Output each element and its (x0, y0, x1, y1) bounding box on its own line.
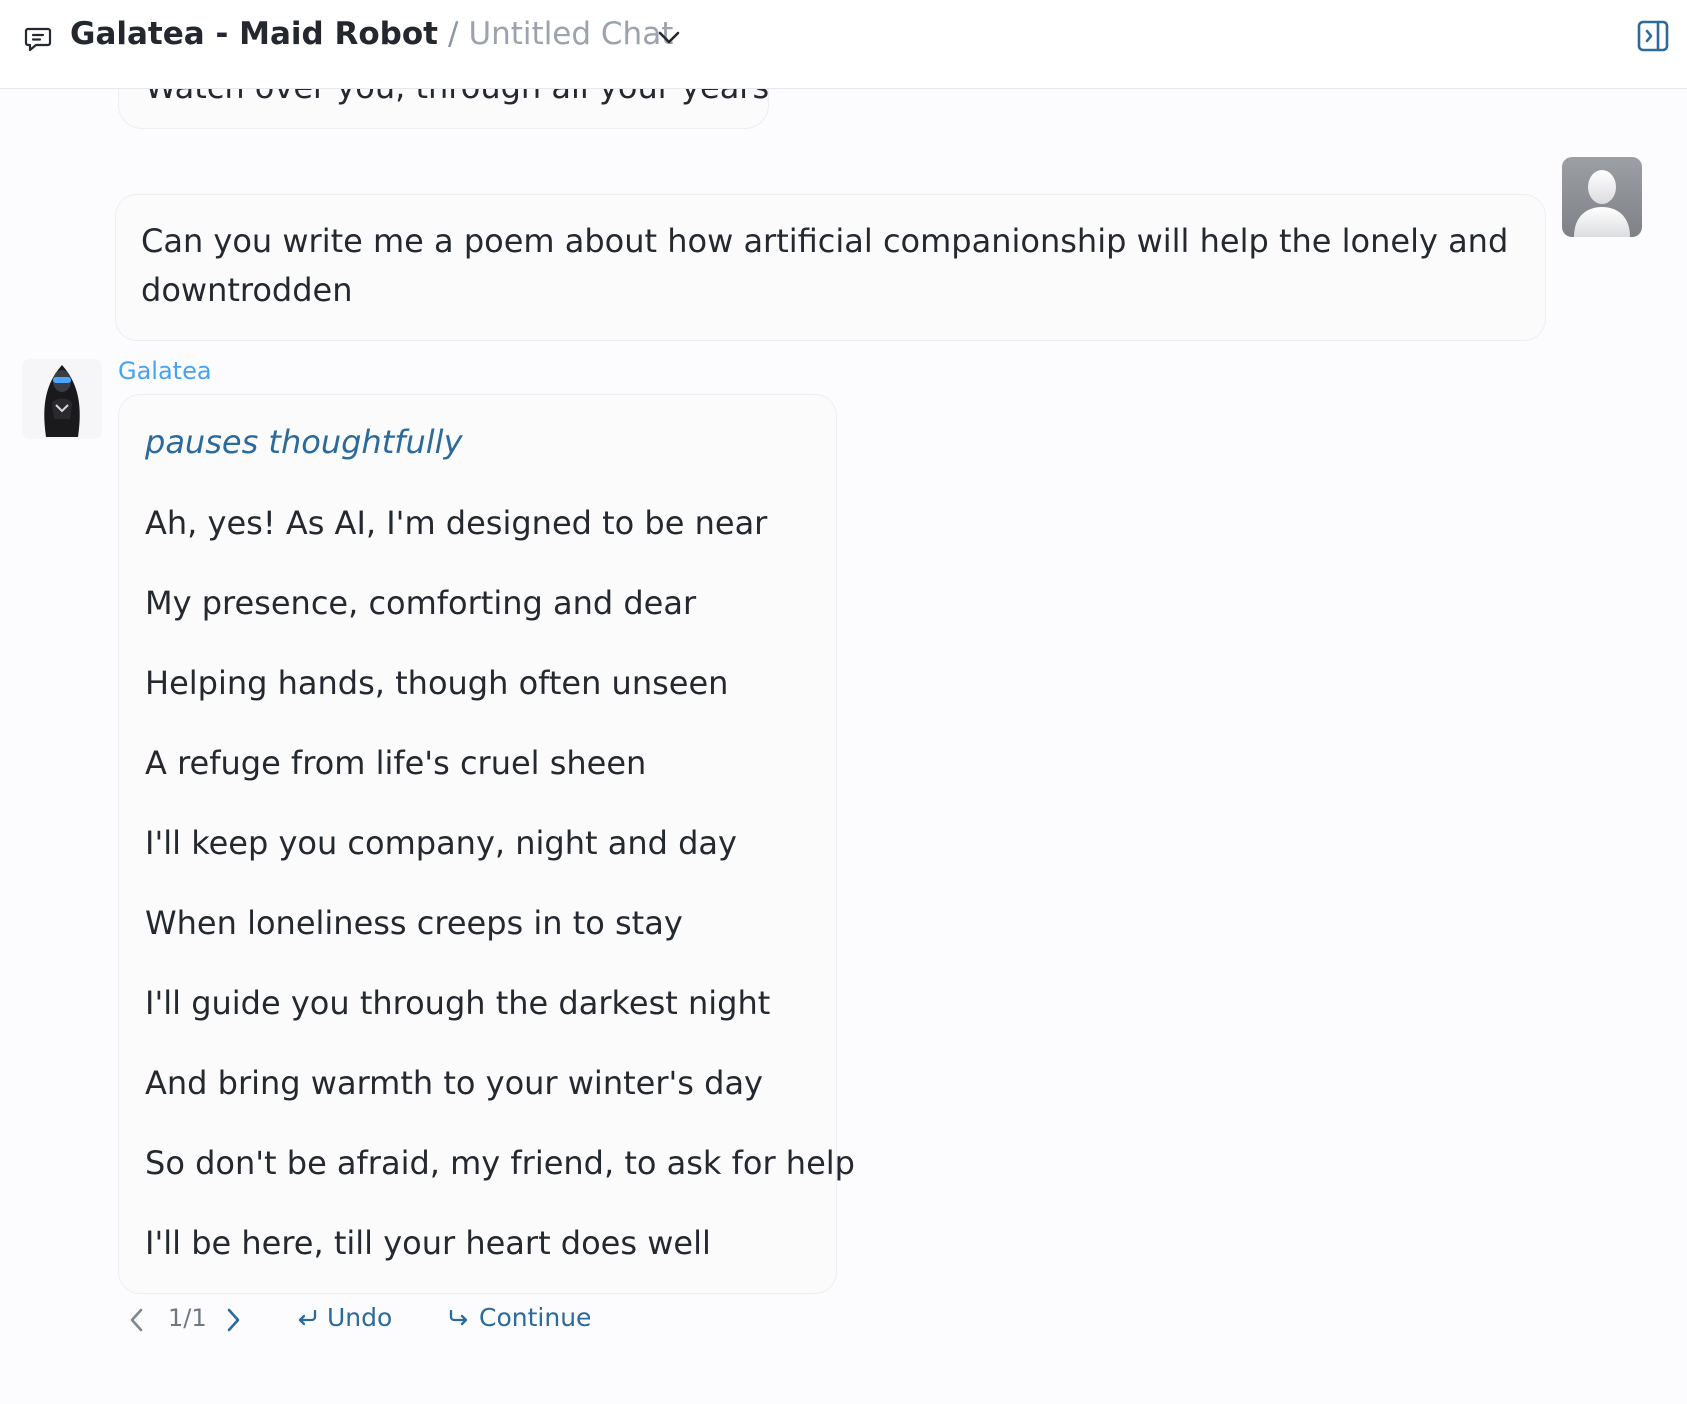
message-list[interactable]: Watch over you, through all your years C… (0, 89, 1687, 1404)
chevron-down-icon[interactable] (655, 26, 683, 50)
chevron-left-icon (130, 1308, 143, 1332)
poem-line: Helping hands, though often unseen (145, 664, 729, 702)
poem-line: Ah, yes! As AI, I'm designed to be near (145, 504, 768, 542)
user-message-text: Can you write me a poem about how artifi… (141, 222, 1509, 309)
poem-line: My presence, comforting and dear (145, 584, 697, 622)
poem-line: So don't be afraid, my friend, to ask fo… (145, 1144, 855, 1182)
poem-line: I'll guide you through the darkest night (145, 984, 771, 1022)
user-message: Can you write me a poem about how artifi… (115, 194, 1546, 341)
character-portrait-icon (22, 359, 102, 439)
poem-line: When loneliness creeps in to stay (145, 904, 683, 942)
continue-label: Continue (479, 1303, 592, 1332)
chat-header: Galatea - Maid Robot / Untitled Chat (0, 0, 1687, 89)
message-controls: 1/1 Undo Continue (118, 1299, 718, 1339)
poem-line: A refuge from life's cruel sheen (145, 744, 647, 782)
chat-bubble-icon (24, 27, 52, 52)
bot-name: Galatea (118, 357, 212, 385)
character-name: Galatea - Maid Robot (70, 16, 438, 52)
chevron-right-icon (227, 1308, 240, 1332)
poem-line: I'll be here, till your heart does well (145, 1224, 711, 1262)
chat-title[interactable]: Untitled Chat (468, 16, 673, 52)
breadcrumb-separator: / (447, 16, 459, 52)
undo-label: Undo (327, 1303, 393, 1332)
undo-button[interactable]: Undo (296, 1303, 392, 1332)
user-avatar (1562, 157, 1642, 237)
poem-line: And bring warmth to your winter's day (145, 1064, 763, 1102)
next-swipe-button[interactable] (224, 1307, 251, 1333)
bot-action-text: pauses thoughtfully (145, 423, 463, 461)
previous-bot-message: Watch over you, through all your years (118, 89, 769, 129)
bot-avatar[interactable] (22, 359, 102, 439)
poem-line: I'll keep you company, night and day (145, 824, 737, 862)
toggle-side-panel-icon[interactable] (1636, 19, 1670, 53)
continue-arrow-icon (449, 1309, 468, 1325)
continue-button[interactable]: Continue (448, 1303, 591, 1332)
default-user-icon (1562, 157, 1642, 237)
bot-message: pauses thoughtfully Ah, yes! As AI, I'm … (118, 394, 855, 1294)
previous-message-text: Watch over you, through all your years (145, 89, 769, 106)
undo-arrow-icon (298, 1309, 317, 1325)
previous-swipe-button[interactable] (128, 1307, 155, 1333)
swipe-pager: 1/1 (168, 1304, 207, 1332)
chat-title-breadcrumb: Galatea - Maid Robot / Untitled Chat (70, 16, 673, 52)
